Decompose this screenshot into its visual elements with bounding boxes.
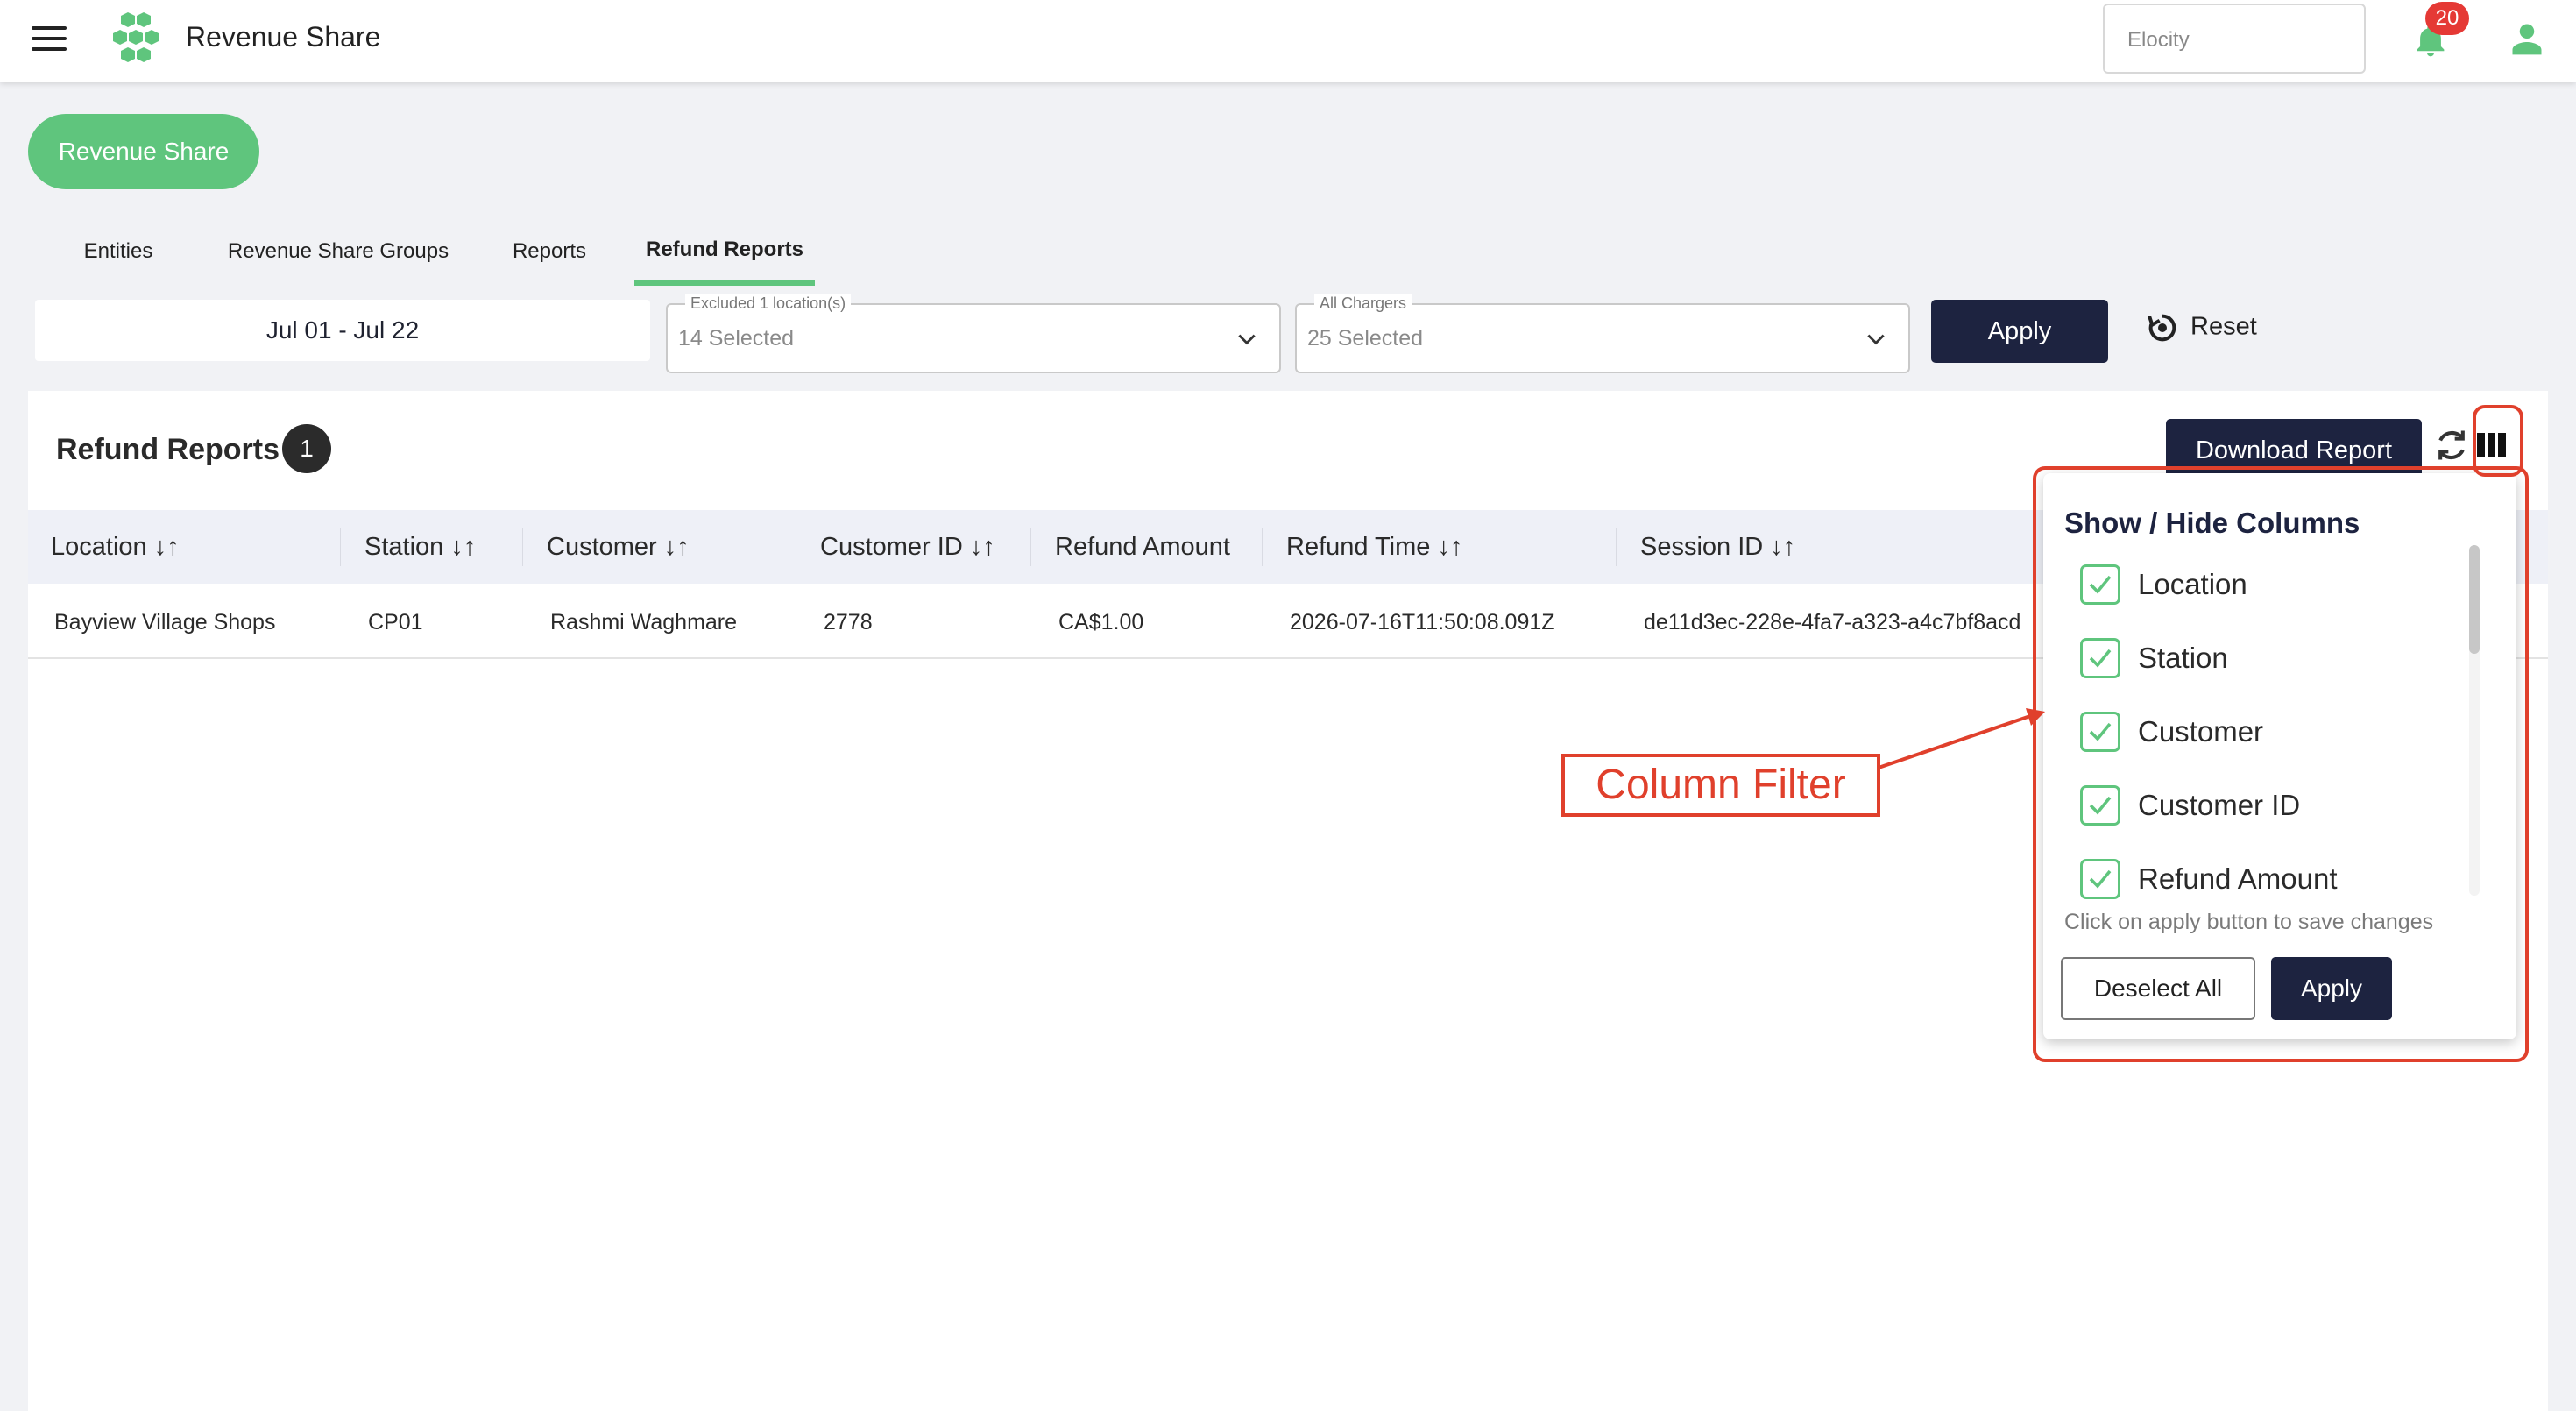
charger-filter-value: 25 Selected	[1307, 326, 1424, 351]
column-divider	[1616, 528, 1617, 566]
location-filter-legend: Excluded 1 location(s)	[685, 294, 852, 313]
cell-session-id: de11d3ec-228e-4fa7-a323-a4c7bf8acd	[1644, 610, 2021, 635]
revenue-share-pill[interactable]: Revenue Share	[28, 114, 259, 189]
refresh-icon[interactable]	[2432, 426, 2471, 464]
location-filter-select[interactable]: Excluded 1 location(s) 14 Selected	[666, 294, 1281, 373]
cell-station: CP01	[368, 610, 423, 635]
cell-customer: Rashmi Waghmare	[550, 610, 738, 635]
app-title: Revenue Share	[186, 21, 381, 53]
tab-revenue-share-groups[interactable]: Revenue Share Groups	[207, 228, 470, 286]
column-header-location[interactable]: Location ↓↑	[28, 510, 342, 584]
annotation-callout: Column Filter	[1561, 754, 1880, 817]
report-title: Refund Reports	[56, 433, 280, 466]
cell-location: Bayview Village Shops	[54, 610, 276, 635]
column-divider	[1030, 528, 1031, 566]
menu-icon[interactable]	[32, 26, 67, 54]
report-count-badge: 1	[282, 424, 331, 473]
organization-select[interactable]: Elocity	[2103, 4, 2366, 74]
notification-count-badge: 20	[2425, 2, 2469, 35]
tab-refund-reports[interactable]: Refund Reports	[634, 228, 815, 286]
column-divider	[522, 528, 523, 566]
cell-refund-amount: CA$1.00	[1058, 610, 1144, 635]
column-header-station[interactable]: Station ↓↑	[342, 510, 524, 584]
annotation-highlight-popover	[2033, 466, 2529, 1062]
cell-customer-id: 2778	[824, 610, 873, 635]
column-header-refund-amount[interactable]: Refund Amount	[1032, 510, 1263, 584]
apply-filters-button[interactable]: Apply	[1931, 300, 2108, 363]
chevron-down-icon	[1867, 334, 1885, 345]
column-divider	[1262, 528, 1263, 566]
top-bar: Revenue Share Elocity 20	[0, 0, 2576, 82]
date-range-picker[interactable]: Jul 01 - Jul 22	[35, 300, 650, 361]
chevron-down-icon	[1238, 334, 1256, 345]
charger-filter-select[interactable]: All Chargers 25 Selected	[1295, 294, 1910, 373]
tab-entities[interactable]: Entities	[53, 228, 184, 286]
column-header-customer-id[interactable]: Customer ID ↓↑	[797, 510, 1032, 584]
location-filter-value: 14 Selected	[678, 326, 795, 351]
logo-icon	[113, 12, 159, 62]
user-account-icon[interactable]	[2508, 19, 2546, 58]
column-header-session-id[interactable]: Session ID ↓↑	[1617, 510, 2056, 584]
column-header-customer[interactable]: Customer ↓↑	[524, 510, 797, 584]
reset-icon	[2148, 314, 2176, 342]
column-divider	[340, 528, 341, 566]
charger-filter-legend: All Chargers	[1314, 294, 1412, 313]
column-header-refund-time[interactable]: Refund Time ↓↑	[1263, 510, 1617, 584]
reset-button[interactable]: Reset	[2145, 310, 2257, 354]
annotation-arrow-icon	[1878, 708, 2045, 769]
tab-reports[interactable]: Reports	[492, 228, 606, 286]
cell-refund-time: 2026-07-16T11:50:08.091Z	[1290, 610, 1555, 635]
reset-label: Reset	[2190, 312, 2257, 341]
